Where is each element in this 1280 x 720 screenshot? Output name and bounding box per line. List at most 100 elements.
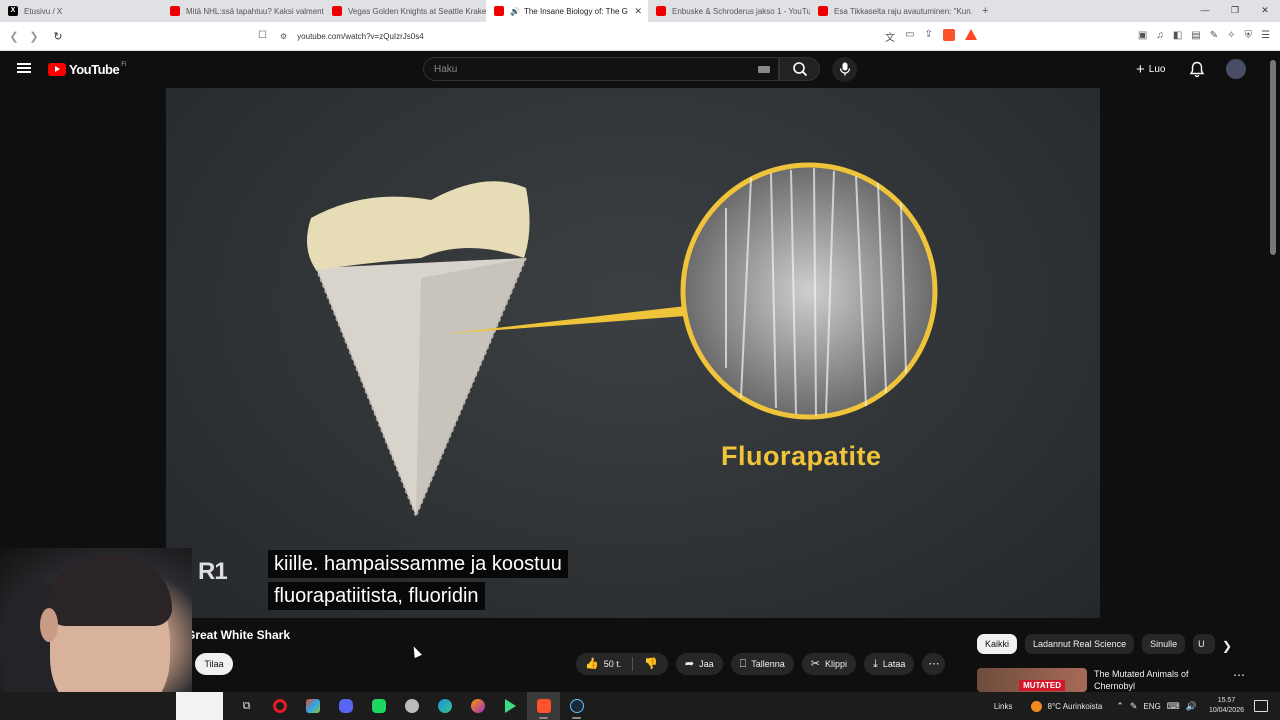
- browser-tab-active[interactable]: 🔊 The Insane Biology of: The Great White…: [486, 0, 648, 22]
- notifications-bell-icon[interactable]: [1189, 61, 1205, 78]
- translate-icon[interactable]: 文: [885, 29, 895, 44]
- taskbar-search[interactable]: [176, 692, 223, 720]
- android-studio-icon[interactable]: [494, 692, 527, 720]
- pen-icon[interactable]: ✎: [1130, 701, 1138, 712]
- discord-icon[interactable]: [329, 692, 362, 720]
- wallet-icon[interactable]: ▤: [1191, 30, 1200, 41]
- leo-icon[interactable]: ✧: [1227, 30, 1235, 41]
- tab-title: Esa Tikkaselta raju avautuminen: "Kun...: [834, 6, 972, 16]
- channel-watermark: R1: [198, 558, 228, 585]
- tab-title: Vegas Golden Knights at Seattle Kraken..…: [348, 6, 486, 16]
- youtube-logo[interactable]: YouTube FI: [48, 62, 127, 77]
- split-view-icon[interactable]: ◧: [1173, 30, 1182, 41]
- network-icon[interactable]: ⌨: [1167, 701, 1180, 712]
- microphone-icon: [839, 62, 851, 76]
- tab-title: Etusivu / X: [24, 6, 63, 16]
- keyboard-icon[interactable]: [758, 66, 770, 73]
- clock-date: 10/04/2026: [1208, 707, 1244, 714]
- menu-icon[interactable]: ☰: [1261, 30, 1270, 41]
- save-label: Tallenna: [751, 659, 785, 669]
- download-label: Lataa: [882, 659, 906, 669]
- steam-icon[interactable]: [560, 692, 593, 720]
- browser-tab[interactable]: Enbuske & Schroderus jakso 1 - YouTube: [648, 0, 810, 22]
- address-bar-row: ❮ ❯ ↻ ☐ ⚙ youtube.com/watch?v=zQuIzrJs0s…: [0, 22, 1280, 51]
- recommended-title[interactable]: The Mutated Animals of Chernobyl: [1094, 668, 1214, 692]
- video-player[interactable]: Fluorapatite R1 kiille. hampaissamme ja …: [166, 88, 1100, 618]
- browser-tab[interactable]: Esa Tikkaselta raju avautuminen: "Kun...: [810, 0, 972, 22]
- spotify-icon[interactable]: [362, 692, 395, 720]
- recommended-video[interactable]: MUTATED The Mutated Animals of Chernobyl…: [977, 668, 1277, 692]
- notification-icon[interactable]: [1254, 700, 1268, 712]
- share-icon[interactable]: ⇪: [924, 29, 932, 44]
- page-scrollbar[interactable]: [1270, 60, 1276, 255]
- video-thumbnail[interactable]: MUTATED: [977, 668, 1087, 692]
- volume-icon[interactable]: 🔊: [1186, 701, 1197, 712]
- chip-more[interactable]: U: [1193, 634, 1216, 654]
- share-label: Jaa: [699, 659, 714, 669]
- firefox-icon[interactable]: [461, 692, 494, 720]
- more-actions-button[interactable]: ⋯: [922, 653, 946, 675]
- speaker-icon[interactable]: 🔊: [510, 7, 520, 16]
- share-arrow-icon: ➦: [684, 657, 695, 670]
- bookmark-icon[interactable]: ☐: [258, 30, 267, 41]
- browser-tab-strip: X Etusivu / X Mitä NHL:ssä tapahtuu? Kak…: [0, 0, 1280, 22]
- browser-tab[interactable]: Mitä NHL:ssä tapahtuu? Kaksi valmentajaa…: [162, 0, 324, 22]
- create-button[interactable]: + Luo: [1130, 59, 1171, 79]
- tab-title: Mitä NHL:ssä tapahtuu? Kaksi valmentajaa…: [186, 6, 324, 16]
- search-button[interactable]: [779, 57, 820, 81]
- back-icon[interactable]: ❮: [4, 30, 24, 43]
- like-button[interactable]: 👍 50 t. 👎: [576, 653, 668, 675]
- brave-icon[interactable]: [527, 692, 560, 720]
- download-button[interactable]: ⤓ Lataa: [864, 653, 915, 675]
- avatar[interactable]: [1226, 59, 1246, 79]
- office-icon[interactable]: [296, 692, 329, 720]
- subscribe-button[interactable]: Tilaa: [195, 653, 233, 675]
- minimize-button[interactable]: —: [1190, 0, 1220, 22]
- save-button[interactable]: ⎕ Tallenna: [730, 653, 794, 675]
- language-indicator[interactable]: ENG: [1143, 702, 1160, 711]
- forward-icon[interactable]: ❯: [24, 30, 44, 43]
- hamburger-menu-icon[interactable]: [17, 63, 31, 73]
- extensions-icon[interactable]: ✎: [1210, 30, 1218, 41]
- opera-icon[interactable]: [263, 692, 296, 720]
- search-input[interactable]: Haku: [423, 57, 779, 81]
- close-tab-icon[interactable]: ✕: [634, 6, 642, 17]
- plus-icon: +: [1136, 60, 1145, 78]
- brave-shields-icon[interactable]: [942, 29, 955, 41]
- brave-rewards-icon[interactable]: [964, 29, 977, 40]
- shield-app-icon[interactable]: [395, 692, 428, 720]
- thumbs-down-icon[interactable]: 👎: [644, 658, 658, 670]
- x-icon: X: [8, 6, 18, 16]
- cast-icon[interactable]: ▭: [905, 29, 914, 44]
- chevron-right-icon[interactable]: ❯: [1222, 639, 1232, 653]
- reload-icon[interactable]: ↻: [48, 30, 68, 43]
- chip-channel[interactable]: Ladannut Real Science: [1025, 634, 1135, 654]
- address-bar-icons: 文 ▭ ⇪: [885, 29, 977, 44]
- voice-search-button[interactable]: [832, 57, 857, 82]
- maximize-button[interactable]: ❐: [1220, 0, 1250, 22]
- clock[interactable]: 15.57 10/04/2026: [1209, 696, 1244, 716]
- links-toolbar[interactable]: Links: [994, 702, 1013, 711]
- vpn-icon[interactable]: ⛨: [1245, 30, 1253, 41]
- more-vertical-icon[interactable]: ⋯: [1233, 668, 1245, 682]
- chevron-up-icon[interactable]: ⌃: [1116, 701, 1124, 712]
- sidebar-icon[interactable]: ▣: [1138, 30, 1147, 41]
- weather-widget[interactable]: 8°C Aurinkoista: [1048, 702, 1103, 711]
- window-controls: — ❐ ✕: [1190, 0, 1280, 22]
- task-view-icon[interactable]: ⧉: [230, 692, 263, 720]
- share-button[interactable]: ➦ Jaa: [675, 653, 723, 675]
- search-icon: [793, 62, 808, 77]
- clip-button[interactable]: ✂ Klippi: [801, 653, 857, 675]
- browser-tab[interactable]: Vegas Golden Knights at Seattle Kraken..…: [324, 0, 486, 22]
- bookmark-save-icon: ⎕: [739, 657, 747, 670]
- edge-icon[interactable]: [428, 692, 461, 720]
- chip-all[interactable]: Kaikki: [977, 634, 1018, 654]
- browser-tab[interactable]: X Etusivu / X: [0, 0, 162, 22]
- subtitle-line: fluorapatiitista, fluoridin: [268, 582, 485, 610]
- like-count: 50 t.: [603, 659, 622, 669]
- site-info-icon[interactable]: ⚙: [280, 32, 287, 41]
- media-icon[interactable]: ♫: [1156, 30, 1164, 41]
- new-tab-button[interactable]: +: [972, 5, 998, 17]
- chip-for-you[interactable]: Sinulle: [1142, 634, 1186, 654]
- close-window-button[interactable]: ✕: [1250, 0, 1280, 22]
